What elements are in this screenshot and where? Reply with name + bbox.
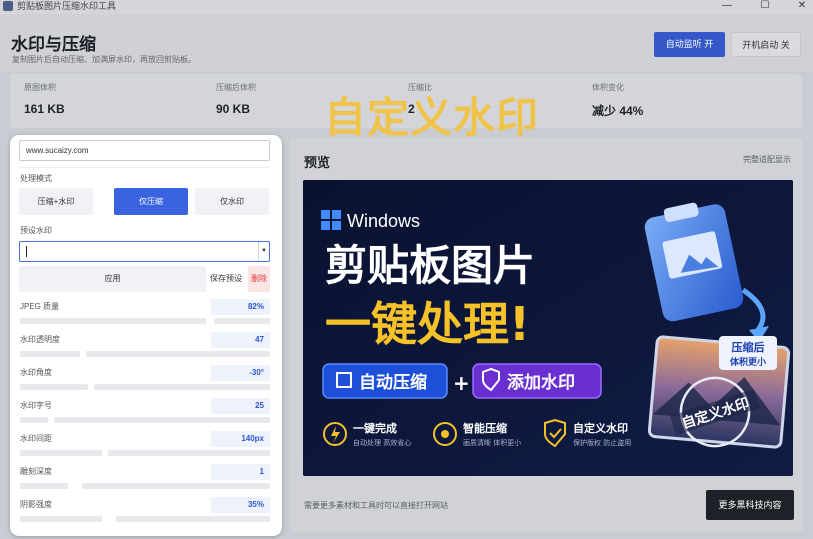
svg-text:画质清晰 体积更小: 画质清晰 体积更小 <box>463 438 521 447</box>
stat-size-change: 体积变化 减少 44% <box>592 83 644 118</box>
preview-image: Windows 剪贴板图片 一键处理! 自动压缩 + 添加水印 压缩后 体积更小… <box>303 180 793 476</box>
preview-title: 预览 <box>304 155 331 170</box>
slider-track[interactable] <box>20 483 68 489</box>
overlay-caption: 自定义水印 <box>324 93 540 142</box>
preset-label: 预设水印 <box>20 226 52 235</box>
apply-button[interactable]: 应用 <box>19 266 206 292</box>
banner-brand: Windows <box>347 211 420 231</box>
divider <box>19 167 270 168</box>
text-caret <box>26 246 27 257</box>
slider-spacing: 水印间距 140px <box>10 431 282 464</box>
svg-text:一键完成: 一键完成 <box>353 421 397 435</box>
save-preset-button[interactable]: 保存预设 <box>206 266 246 292</box>
slider-track[interactable] <box>20 318 206 324</box>
delete-preset-button[interactable]: 删除 <box>248 266 270 292</box>
watermark-angle-value[interactable]: -30° <box>211 365 270 381</box>
slider-track[interactable] <box>20 417 48 423</box>
window-title: 剪贴板图片压缩水印工具 <box>17 1 117 11</box>
svg-text:自动压缩: 自动压缩 <box>359 372 427 393</box>
banner-headline-1: 剪贴板图片 <box>325 241 535 290</box>
boot-start-toggle[interactable]: 开机启动 关 <box>731 32 801 57</box>
svg-text:保护版权 防止盗用: 保护版权 防止盗用 <box>573 438 631 447</box>
slider-track[interactable] <box>108 450 270 456</box>
app-icon <box>3 1 13 11</box>
maximize-button[interactable]: ☐ <box>755 0 775 12</box>
spacing-value[interactable]: 140px <box>211 431 270 447</box>
slider-jpeg-quality: JPEG 质量 82% <box>10 299 282 332</box>
slider-track[interactable] <box>82 483 270 489</box>
watermark-text-input[interactable]: www.sucaizy.com <box>19 140 270 161</box>
slider-track[interactable] <box>86 351 270 357</box>
page-subtitle: 复制图片后自动压缩、加满屏水印，再放回剪贴板。 <box>12 55 196 64</box>
slider-track[interactable] <box>20 351 80 357</box>
slider-track[interactable] <box>20 384 88 390</box>
jpeg-quality-value[interactable]: 82% <box>211 299 270 315</box>
watermark-opacity-value[interactable]: 47 <box>211 332 270 348</box>
stat-original-size: 原图体积 161 KB <box>24 83 65 116</box>
slider-track[interactable] <box>94 384 270 390</box>
shadow-strength-value[interactable]: 35% <box>211 497 270 513</box>
slider-track[interactable] <box>214 318 270 324</box>
slider-watermark-opacity: 水印透明度 47 <box>10 332 282 365</box>
svg-text:自定义水印: 自定义水印 <box>573 421 628 435</box>
promo-banner: Windows 剪贴板图片 一键处理! 自动压缩 + 添加水印 压缩后 体积更小… <box>303 180 793 476</box>
svg-text:体积更小: 体积更小 <box>730 356 766 368</box>
svg-text:添加水印: 添加水印 <box>507 372 575 393</box>
auto-monitor-toggle[interactable]: 自动监听 开 <box>654 32 725 57</box>
slider-watermark-angle: 水印角度 -30° <box>10 365 282 398</box>
emboss-depth-value[interactable]: 1 <box>211 464 270 480</box>
svg-text:智能压缩: 智能压缩 <box>463 421 507 435</box>
more-tools-button[interactable]: 更多黑科技内容 <box>706 490 794 520</box>
slider-track[interactable] <box>116 516 270 522</box>
svg-text:自动处理 高效省心: 自动处理 高效省心 <box>353 438 411 447</box>
fit-display-link[interactable]: 完整适配显示 <box>743 154 791 165</box>
svg-text:+: + <box>453 371 470 395</box>
slider-font-size: 水印字号 25 <box>10 398 282 431</box>
page-title: 水印与压缩 <box>11 35 96 54</box>
mode-compress-only-button[interactable]: 仅压缩 <box>114 188 188 215</box>
chevron-down-icon[interactable]: ▼ <box>258 242 269 261</box>
slider-track[interactable] <box>20 450 102 456</box>
mode-label: 处理模式 <box>20 174 52 183</box>
title-bar: 剪贴板图片压缩水印工具 — ☐ ✕ <box>0 0 813 14</box>
font-size-value[interactable]: 25 <box>211 398 270 414</box>
slider-track[interactable] <box>20 516 102 522</box>
slider-emboss-depth: 雕刻深度 1 <box>10 464 282 497</box>
stat-compressed-size: 压缩后体积 90 KB <box>216 83 256 116</box>
banner-headline-2: 一键处理! <box>325 297 530 351</box>
header: 水印与压缩 复制图片后自动压缩、加满屏水印，再放回剪贴板。 自动监听 开 开机启… <box>0 14 813 72</box>
close-button[interactable]: ✕ <box>792 0 812 12</box>
website-hint: 需要更多素材和工具时可以直接打开网站 <box>304 501 448 510</box>
mode-watermark-only-button[interactable]: 仅水印 <box>195 188 269 215</box>
mode-compress-watermark-button[interactable]: 压缩+水印 <box>19 188 93 215</box>
svg-text:压缩后: 压缩后 <box>732 340 765 354</box>
settings-panel: www.sucaizy.com 处理模式 压缩+水印 仅压缩 仅水印 预设水印 … <box>10 135 282 536</box>
minimize-button[interactable]: — <box>717 0 737 12</box>
slider-track[interactable] <box>54 417 270 423</box>
slider-shadow-strength: 阴影强度 35% <box>10 497 282 530</box>
preview-panel: 预览 完整适配显示 Windows 剪贴板图片 一键处理! 自动压缩 + 添加水… <box>290 138 803 532</box>
preset-select[interactable]: ▼ <box>19 241 270 262</box>
